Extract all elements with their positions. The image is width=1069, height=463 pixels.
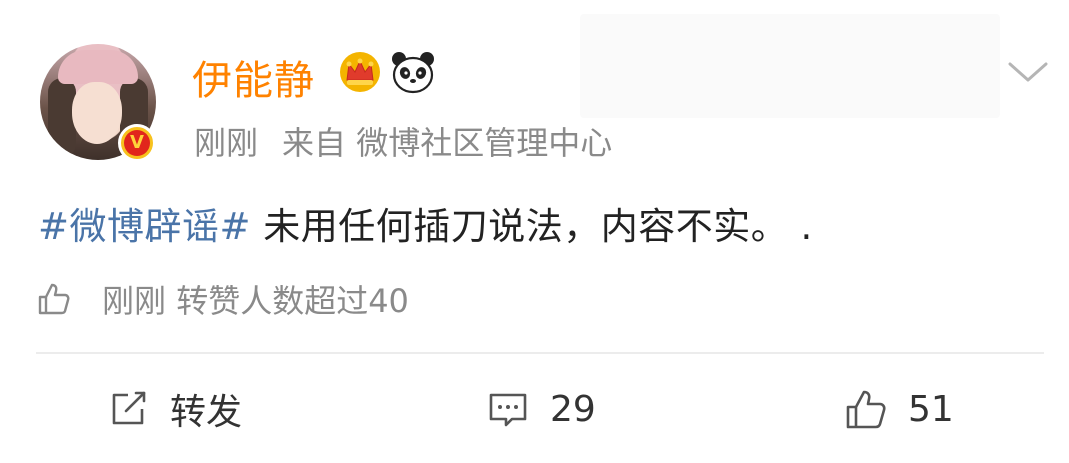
- like-count: 51: [908, 388, 954, 430]
- post-source[interactable]: 来自 微博社区管理中心: [282, 124, 612, 162]
- verified-badge: V: [118, 124, 156, 162]
- like-summary-count: 转赞人数超过40: [176, 282, 409, 320]
- author-name[interactable]: 伊能静: [192, 48, 315, 106]
- divider: [36, 352, 1044, 354]
- author-avatar[interactable]: V: [40, 44, 156, 162]
- post-meta: 刚刚 来自 微博社区管理中心: [194, 118, 612, 164]
- comment-count: 29: [550, 388, 596, 430]
- weibo-post-card: V 伊能静 刚刚 来自 微博社区管理中心 #微博辟谣# 未用任何插刀说法，内容不实…: [0, 0, 1069, 463]
- panda-icon: [392, 52, 434, 94]
- repost-label: 转发: [170, 392, 243, 433]
- chevron-down-icon[interactable]: [1006, 58, 1050, 86]
- like-summary: 刚刚 转赞人数超过40: [36, 278, 409, 320]
- comment-icon: [489, 393, 527, 427]
- crown-icon: [340, 52, 380, 92]
- like-summary-time: 刚刚: [102, 282, 167, 320]
- verified-badge-letter: V: [124, 130, 150, 156]
- thumbs-up-icon: [38, 283, 70, 315]
- post-content: #微博辟谣# 未用任何插刀说法，内容不实。 .: [38, 196, 813, 250]
- thumbs-up-icon: [846, 390, 886, 429]
- avatar-cap: [58, 50, 138, 84]
- like-button[interactable]: 51: [844, 384, 954, 434]
- like-summary-text: 刚刚 转赞人数超过40: [102, 276, 409, 322]
- avatar-face: [72, 82, 122, 144]
- redacted-area: [580, 14, 1000, 118]
- post-text: 未用任何插刀说法，内容不实。 .: [251, 205, 813, 248]
- share-icon: [112, 391, 146, 425]
- hashtag-link[interactable]: #微博辟谣#: [38, 205, 251, 248]
- comment-button[interactable]: 29: [486, 384, 596, 434]
- repost-button[interactable]: 转发: [106, 384, 242, 434]
- post-time: 刚刚: [194, 124, 259, 162]
